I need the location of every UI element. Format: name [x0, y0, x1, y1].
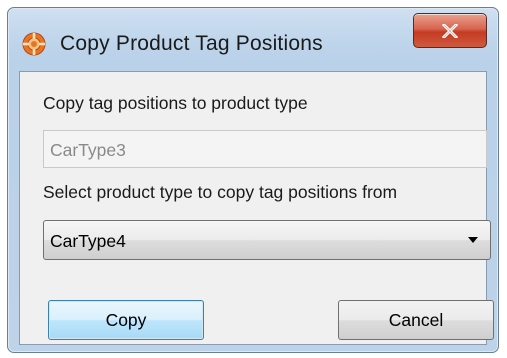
cancel-button[interactable]: Cancel [338, 300, 494, 340]
dialog-content: Copy tag positions to product type CarTy… [19, 71, 494, 345]
close-button[interactable] [413, 13, 487, 48]
window-title: Copy Product Tag Positions [60, 32, 323, 55]
copy-button[interactable]: Copy [48, 300, 204, 340]
dialog-window: Copy Product Tag Positions Copy tag posi… [7, 7, 499, 353]
source-product-type-label: Select product type to copy tag position… [43, 182, 398, 202]
dropdown-arrow-icon [468, 237, 478, 243]
orange-ring-icon [22, 32, 46, 56]
source-product-type-selected: CarType4 [50, 231, 126, 251]
target-product-type-label: Copy tag positions to product type [43, 93, 308, 113]
title-bar[interactable]: Copy Product Tag Positions [8, 8, 498, 68]
source-product-type-select[interactable]: CarType4 [43, 220, 491, 260]
close-icon [442, 23, 458, 38]
target-product-type-field[interactable]: CarType3 [43, 130, 487, 168]
target-product-type-value: CarType3 [50, 140, 126, 160]
